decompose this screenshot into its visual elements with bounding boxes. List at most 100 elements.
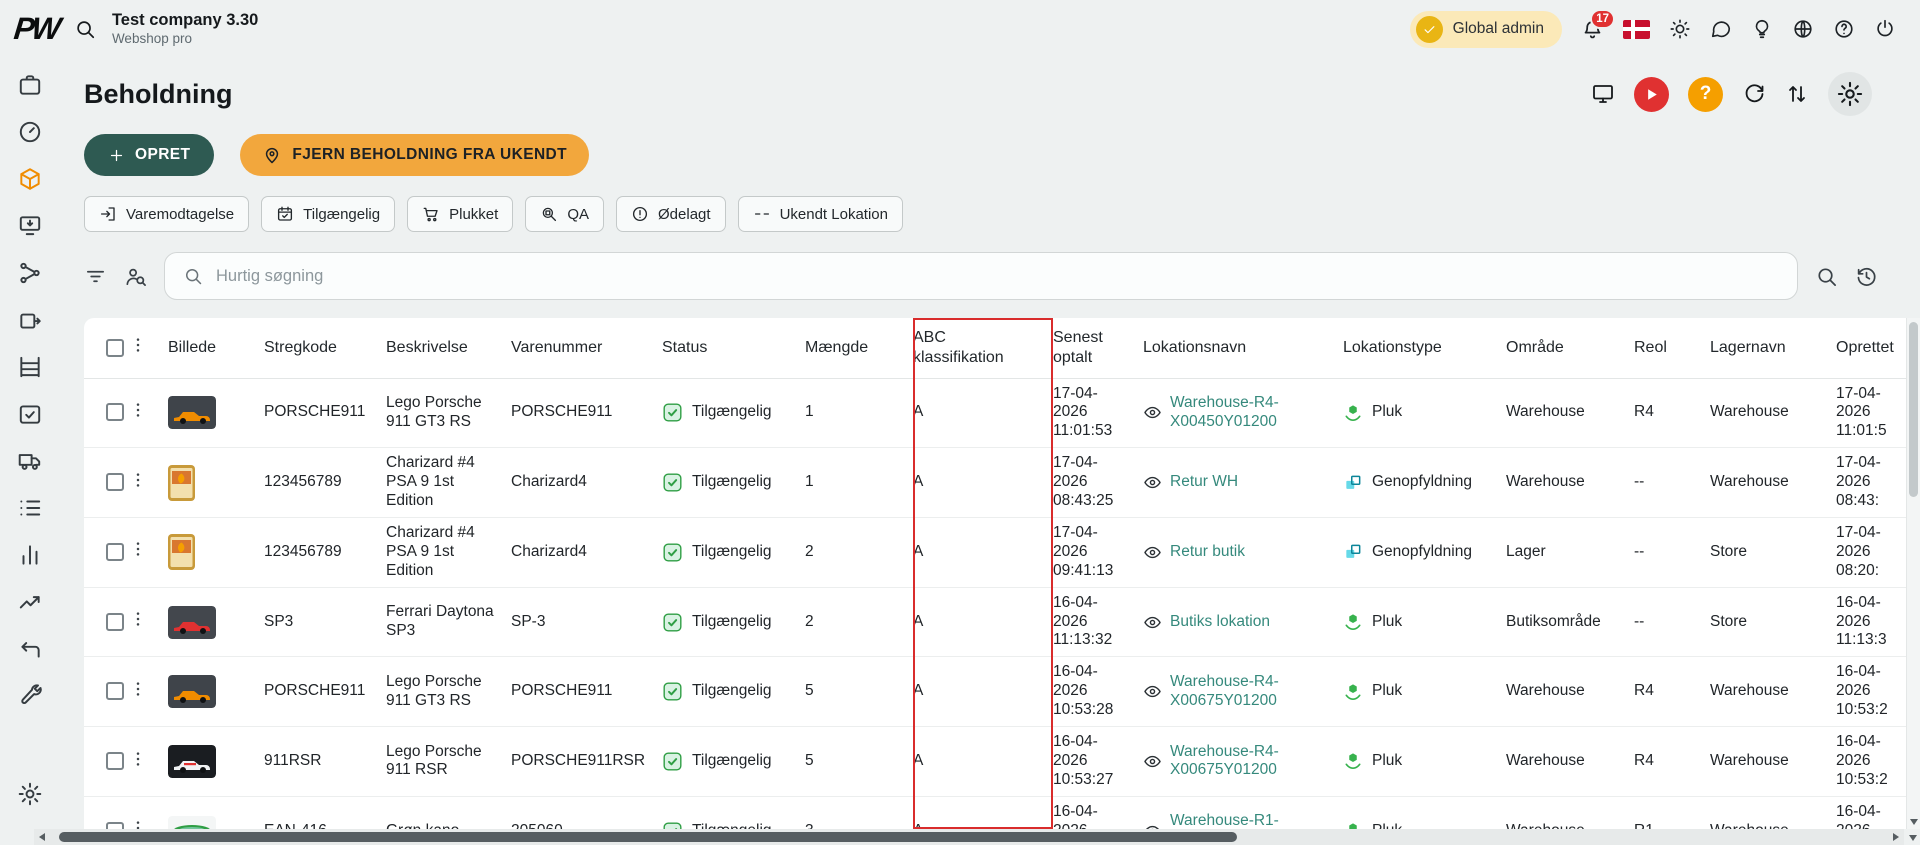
select-all-checkbox[interactable] <box>106 338 124 357</box>
sidebar-item-locations[interactable] <box>17 354 43 380</box>
product-image[interactable] <box>168 744 216 778</box>
column-header[interactable]: Område <box>1506 318 1634 379</box>
scroll-left-arrow[interactable] <box>39 833 45 841</box>
row-checkbox[interactable] <box>106 682 124 701</box>
language-flag-denmark[interactable] <box>1623 19 1650 39</box>
help-icon[interactable] <box>1833 18 1855 40</box>
sidebar-item-statistics[interactable] <box>17 542 43 568</box>
row-menu-button[interactable] <box>128 609 148 629</box>
eye-icon[interactable] <box>1143 473 1162 492</box>
filter-icon[interactable] <box>84 265 107 288</box>
sidebar-item-terminal[interactable] <box>17 213 43 239</box>
row-checkbox[interactable] <box>106 403 124 422</box>
eye-icon[interactable] <box>1143 543 1162 562</box>
filter-chip[interactable]: Plukket <box>407 196 514 232</box>
column-header[interactable]: Stregkode <box>264 318 386 379</box>
sidebar-item-outbound[interactable] <box>17 307 43 333</box>
column-header[interactable]: Status <box>662 318 805 379</box>
sidebar-item-cases[interactable] <box>17 72 43 98</box>
column-header[interactable]: Beskrivelse <box>386 318 511 379</box>
app-logo[interactable]: PW <box>12 11 60 47</box>
row-checkbox[interactable] <box>106 821 124 829</box>
column-header[interactable]: Lokationsnavn <box>1143 318 1343 379</box>
scroll-down-arrow[interactable] <box>1910 819 1918 825</box>
eye-icon[interactable] <box>1143 403 1162 422</box>
quick-help-button[interactable]: ? <box>1688 76 1723 112</box>
column-header[interactable]: Billede <box>168 318 264 379</box>
row-menu-button[interactable] <box>128 818 148 829</box>
search-history-icon[interactable] <box>1855 265 1878 288</box>
filter-chip[interactable]: Tilgængelig <box>261 196 396 232</box>
row-menu-button[interactable] <box>128 679 148 699</box>
sidebar-item-reports[interactable] <box>17 589 43 615</box>
horizontal-scrollbar[interactable] <box>34 829 1904 845</box>
location-link[interactable]: Butiks lokation <box>1170 613 1270 632</box>
sort-button[interactable] <box>1785 82 1809 106</box>
row-menu-button[interactable] <box>128 470 148 490</box>
create-button[interactable]: OPRET <box>84 134 215 176</box>
product-image[interactable] <box>168 396 216 430</box>
sidebar-item-inventory[interactable] <box>17 166 43 192</box>
vertical-scrollbar[interactable] <box>1906 318 1920 829</box>
column-header[interactable]: Lagernavn <box>1710 318 1836 379</box>
video-guide-button[interactable] <box>1634 76 1669 112</box>
location-link[interactable]: Warehouse-R1-X00000Y01600 <box>1170 812 1329 829</box>
scroll-corner-arrow[interactable] <box>1909 835 1917 841</box>
table-settings-button[interactable] <box>1828 72 1872 116</box>
sidebar-item-tools[interactable] <box>17 683 43 709</box>
remove-unknown-stock-button[interactable]: FJERN BEHOLDNING FRA UKENDT <box>240 134 589 176</box>
header-menu-button[interactable] <box>128 335 148 355</box>
advanced-search-icon[interactable] <box>1815 265 1838 288</box>
location-link[interactable]: Retur WH <box>1170 473 1238 492</box>
refresh-button[interactable] <box>1742 82 1766 106</box>
row-menu-button[interactable] <box>128 400 148 420</box>
horizontal-scrollbar-thumb[interactable] <box>59 832 1238 842</box>
column-header[interactable]: Mængde <box>805 318 913 379</box>
product-image[interactable] <box>168 464 195 501</box>
row-checkbox[interactable] <box>106 473 124 492</box>
row-checkbox[interactable] <box>106 612 124 631</box>
chat-icon[interactable] <box>1710 18 1732 40</box>
sidebar-item-shipping[interactable] <box>17 448 43 474</box>
admin-role-pill[interactable]: Global admin <box>1409 10 1562 48</box>
vertical-scrollbar-thumb[interactable] <box>1909 322 1918 497</box>
display-button[interactable] <box>1591 82 1615 106</box>
eye-icon[interactable] <box>1143 682 1162 701</box>
logout-icon[interactable] <box>1874 18 1896 40</box>
scroll-right-arrow[interactable] <box>1893 833 1899 841</box>
column-header[interactable]: Varenummer <box>511 318 662 379</box>
product-image[interactable] <box>168 816 216 829</box>
filter-chip[interactable]: Varemodtagelse <box>84 196 250 232</box>
sidebar-item-integrations[interactable] <box>17 260 43 286</box>
product-image[interactable] <box>168 605 216 639</box>
column-header[interactable]: ABC klassifikation <box>913 318 1053 379</box>
quick-search-input[interactable] <box>216 266 1779 286</box>
eye-icon[interactable] <box>1143 822 1162 829</box>
row-menu-button[interactable] <box>128 539 148 559</box>
filter-chip[interactable]: Ødelagt <box>616 196 726 232</box>
sidebar-item-settings[interactable] <box>17 781 43 807</box>
location-link[interactable]: Warehouse-R4-X00450Y01200 <box>1170 394 1329 432</box>
filter-chip[interactable]: Ukendt Lokation <box>737 196 903 232</box>
sidebar-item-returns[interactable] <box>17 636 43 662</box>
sidebar-item-orders[interactable] <box>17 495 43 521</box>
product-image[interactable] <box>168 534 195 571</box>
sidebar-item-goods-receipt[interactable] <box>17 401 43 427</box>
product-image[interactable] <box>168 675 216 709</box>
theme-toggle-icon[interactable] <box>1669 18 1691 40</box>
eye-icon[interactable] <box>1143 752 1162 771</box>
notifications-button[interactable]: 17 <box>1581 8 1615 41</box>
location-link[interactable]: Warehouse-R4-X00675Y01200 <box>1170 673 1329 711</box>
person-search-icon[interactable] <box>124 265 147 288</box>
column-header[interactable]: Senest optalt <box>1053 318 1143 379</box>
column-header[interactable]: Lokationstype <box>1343 318 1506 379</box>
location-link[interactable]: Retur butik <box>1170 543 1245 562</box>
community-icon[interactable] <box>1792 18 1814 40</box>
filter-chip[interactable]: QA <box>525 196 605 232</box>
row-checkbox[interactable] <box>106 751 124 770</box>
sidebar-item-dashboard[interactable] <box>17 119 43 145</box>
whats-new-icon[interactable] <box>1751 18 1773 40</box>
location-link[interactable]: Warehouse-R4-X00675Y01200 <box>1170 743 1329 781</box>
global-search-icon[interactable] <box>74 18 96 40</box>
column-header[interactable]: Reol <box>1634 318 1710 379</box>
